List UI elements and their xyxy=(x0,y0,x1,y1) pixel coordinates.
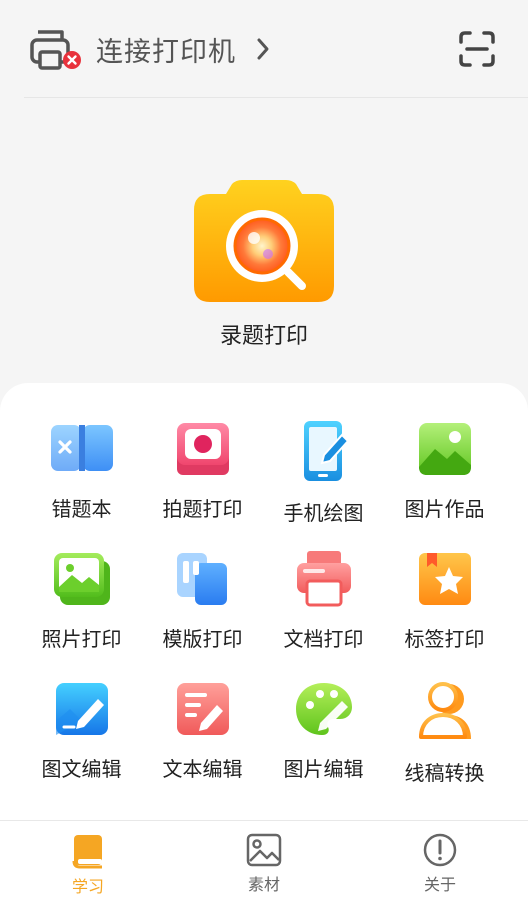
phone-draw-icon xyxy=(303,421,349,481)
feature-label: 模版打印 xyxy=(162,627,243,651)
line-art-icon xyxy=(418,682,471,739)
feature-label-print[interactable]: 标签打印 xyxy=(384,551,505,671)
feature-wrong-notebook[interactable]: 错题本 xyxy=(21,421,142,541)
feature-phone-drawing[interactable]: 手机绘图 xyxy=(263,421,384,541)
photo-icon xyxy=(53,553,110,605)
feature-panel: 错题本 拍题打印 手机绘图 图片作品 照片打印 模版打印 文档打印 标签打印 图… xyxy=(0,383,528,820)
chevron-right-icon[interactable] xyxy=(254,36,272,62)
document-printer-icon xyxy=(296,551,351,607)
feature-label: 照片打印 xyxy=(41,627,122,651)
feature-image-edit[interactable]: 图片编辑 xyxy=(263,681,384,801)
feature-photo-question-print[interactable]: 拍题打印 xyxy=(142,421,263,541)
scan-icon[interactable] xyxy=(458,30,496,68)
feature-label: 错题本 xyxy=(51,497,112,521)
feature-image-works[interactable]: 图片作品 xyxy=(384,421,505,541)
top-bar: 连接打印机 xyxy=(0,0,528,98)
feature-label: 文本编辑 xyxy=(162,757,243,781)
book-icon xyxy=(72,835,102,869)
printer-disconnected-icon[interactable] xyxy=(28,26,82,72)
tab-label: 学习 xyxy=(71,877,104,896)
tab-study[interactable]: 学习 xyxy=(0,821,176,905)
connect-printer-label[interactable]: 连接打印机 xyxy=(96,30,236,69)
tab-material[interactable]: 素材 xyxy=(176,821,352,905)
record-question-print-label[interactable]: 录题打印 xyxy=(0,318,528,350)
tab-label: 关于 xyxy=(423,875,456,894)
feature-line-art-convert[interactable]: 线稿转换 xyxy=(384,681,505,801)
bottom-tab-bar: 学习 素材 关于 xyxy=(0,820,528,905)
info-icon xyxy=(423,833,457,867)
palette-icon xyxy=(295,683,352,735)
image-gallery-icon xyxy=(418,423,471,475)
feature-image-text-edit[interactable]: 图文编辑 xyxy=(21,681,142,801)
feature-label: 图片作品 xyxy=(404,497,485,521)
feature-label: 图片编辑 xyxy=(283,757,364,781)
feature-text-edit[interactable]: 文本编辑 xyxy=(142,681,263,801)
feature-photo-print[interactable]: 照片打印 xyxy=(21,551,142,671)
image-icon xyxy=(246,833,282,867)
header-divider xyxy=(24,97,528,98)
feature-template-print[interactable]: 模版打印 xyxy=(142,551,263,671)
camera-icon[interactable] xyxy=(192,180,336,304)
photo-print-icon xyxy=(176,423,229,475)
feature-label: 手机绘图 xyxy=(283,501,364,525)
feature-document-print[interactable]: 文档打印 xyxy=(263,551,384,671)
feature-label: 线稿转换 xyxy=(404,761,485,785)
notebook-icon xyxy=(50,425,113,471)
tab-about[interactable]: 关于 xyxy=(352,821,528,905)
feature-label: 拍题打印 xyxy=(162,497,243,521)
tab-label: 素材 xyxy=(247,875,280,894)
feature-label: 图文编辑 xyxy=(41,757,122,781)
label-star-icon xyxy=(418,553,471,605)
template-icon xyxy=(176,553,227,605)
text-edit-icon xyxy=(176,683,229,735)
image-text-edit-icon xyxy=(55,683,108,735)
feature-label: 文档打印 xyxy=(283,627,364,651)
feature-label: 标签打印 xyxy=(404,627,485,651)
